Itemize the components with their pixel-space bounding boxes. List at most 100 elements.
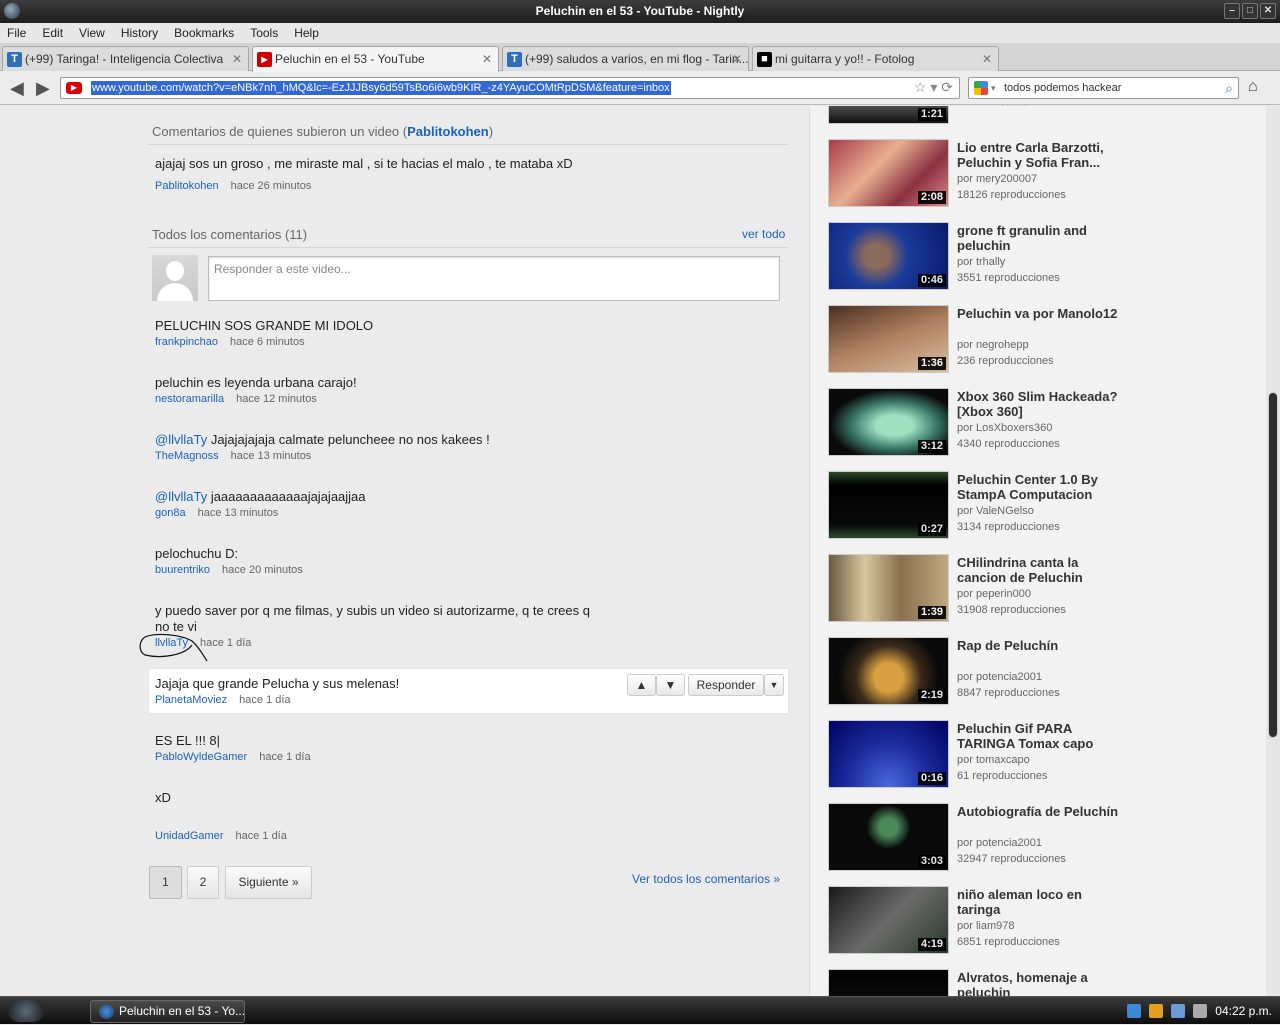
video-thumbnail[interactable]: 0:27 bbox=[828, 471, 949, 539]
video-title[interactable]: Xbox 360 Slim Hackeada? [Xbox 360] bbox=[957, 389, 1127, 419]
video-thumbnail[interactable]: 1:21 bbox=[828, 106, 949, 124]
bookmark-star-icon[interactable]: ☆ ▾ ⟳ bbox=[914, 79, 953, 96]
video-uploader[interactable]: por LosXboxers360 bbox=[957, 422, 1052, 434]
menu-help[interactable]: Help bbox=[294, 23, 319, 43]
related-video[interactable]: 1:39 CHilindrina canta la cancion de Pel… bbox=[828, 554, 1258, 622]
reply-button[interactable]: Responder bbox=[688, 674, 764, 696]
video-thumbnail[interactable]: 1:36 bbox=[828, 305, 949, 373]
forward-arrow-icon[interactable]: ▶ bbox=[36, 78, 50, 98]
comment-author[interactable]: buurentriko bbox=[155, 564, 210, 576]
video-uploader[interactable]: por potencia2001 bbox=[957, 837, 1042, 849]
comment-author[interactable]: PabloWyldeGamer bbox=[155, 751, 247, 763]
tab-fotolog[interactable]: ■ mi guitarra y yo!! - Fotolog ✕ bbox=[752, 46, 999, 71]
menu-history[interactable]: History bbox=[121, 23, 158, 43]
related-video[interactable]: 2:19 Rap de Peluchín por potencia2001 88… bbox=[828, 637, 1258, 705]
related-video[interactable]: 1:36 Peluchin va por Manolo12 por negroh… bbox=[828, 305, 1258, 373]
comment-author[interactable]: nestoramarilla bbox=[155, 393, 224, 405]
menu-bookmarks[interactable]: Bookmarks bbox=[174, 23, 234, 43]
video-title[interactable]: Rap de Peluchín bbox=[957, 638, 1127, 653]
video-thumbnail[interactable]: 2:08 bbox=[828, 139, 949, 207]
page-2-button[interactable]: 2 bbox=[187, 866, 219, 899]
menu-edit[interactable]: Edit bbox=[42, 23, 63, 43]
maximize-icon[interactable]: □ bbox=[1242, 3, 1258, 19]
search-bar[interactable]: ▾ todos podemos hackear ⌕ bbox=[968, 77, 1239, 99]
monitor-icon[interactable] bbox=[1171, 1004, 1186, 1018]
menu-file[interactable]: File bbox=[7, 23, 26, 43]
related-video[interactable]: 0:46 grone ft granulin and peluchin por … bbox=[828, 222, 1258, 290]
video-title[interactable]: Lio entre Carla Barzotti, Peluchin y Sof… bbox=[957, 140, 1127, 170]
related-video[interactable]: 3:12 Xbox 360 Slim Hackeada? [Xbox 360] … bbox=[828, 388, 1258, 456]
url-text[interactable]: www.youtube.com/watch?v=eNBk7nh_hMQ&lc=-… bbox=[91, 81, 671, 95]
video-uploader[interactable]: por negrohepp bbox=[957, 339, 1029, 351]
video-title[interactable]: Autobiografía de Peluchín bbox=[957, 804, 1127, 819]
related-video[interactable]: Alvratos, homenaje a peluchin bbox=[828, 969, 1258, 996]
menu-view[interactable]: View bbox=[79, 23, 105, 43]
mention-link[interactable]: @llvllaTy bbox=[155, 489, 207, 504]
video-uploader[interactable]: por peperin000 bbox=[957, 588, 1031, 600]
clock[interactable]: 04:22 p.m. bbox=[1215, 997, 1272, 1025]
volume-icon[interactable] bbox=[1193, 1004, 1208, 1018]
address-bar[interactable]: ▶ www.youtube.com/watch?v=eNBk7nh_hMQ&lc… bbox=[60, 77, 960, 99]
back-arrow-icon[interactable]: ◀ bbox=[10, 78, 24, 98]
comment-author[interactable]: TheMagnoss bbox=[155, 450, 219, 462]
video-uploader[interactable]: por liam978 bbox=[957, 920, 1014, 932]
tab-youtube[interactable]: ▶ Peluchin en el 53 - YouTube ✕ bbox=[252, 46, 499, 72]
search-input[interactable]: todos podemos hackear bbox=[1004, 78, 1121, 98]
google-icon[interactable] bbox=[974, 81, 988, 95]
mention-link[interactable]: @llvllaTy bbox=[155, 432, 207, 447]
related-video-partial[interactable]: 1:21 bbox=[828, 106, 1258, 124]
reply-textarea[interactable]: Responder a este video... bbox=[208, 256, 780, 301]
video-uploader[interactable]: por mery200007 bbox=[957, 173, 1037, 185]
video-uploader[interactable]: por trhally bbox=[957, 256, 1005, 268]
video-uploader[interactable]: por tomaxcapo bbox=[957, 754, 1030, 766]
page-1-button[interactable]: 1 bbox=[149, 866, 182, 899]
minimize-icon[interactable]: – bbox=[1224, 3, 1240, 19]
uploader-link[interactable]: Pablitokohen bbox=[407, 124, 489, 139]
video-thumbnail[interactable]: 3:03 bbox=[828, 803, 949, 871]
tab-taringa-flog[interactable]: T (+99) saludos a varios, en mi flog - T… bbox=[502, 46, 749, 71]
comment-author[interactable]: frankpinchao bbox=[155, 336, 218, 348]
scrollbar[interactable] bbox=[1266, 106, 1280, 996]
related-video[interactable]: 0:16 Peluchin Gif PARA TARINGA Tomax cap… bbox=[828, 720, 1258, 788]
comment-author[interactable]: gon8a bbox=[155, 507, 186, 519]
view-all-comments-link[interactable]: Ver todos los comentarios » bbox=[632, 872, 780, 886]
menu-tools[interactable]: Tools bbox=[250, 23, 278, 43]
start-orb-icon[interactable] bbox=[8, 1000, 44, 1022]
video-thumbnail[interactable]: 4:19 bbox=[828, 886, 949, 954]
video-title[interactable]: Peluchin Gif PARA TARINGA Tomax capo bbox=[957, 721, 1127, 751]
comment-author[interactable]: UnidadGamer bbox=[155, 830, 223, 842]
close-tab-icon[interactable]: ✕ bbox=[982, 47, 992, 71]
video-thumbnail[interactable]: 2:19 bbox=[828, 637, 949, 705]
video-uploader[interactable]: por ValeNGelso bbox=[957, 505, 1034, 517]
comment-author[interactable]: PlanetaMoviez bbox=[155, 694, 227, 706]
video-thumbnail[interactable]: 0:16 bbox=[828, 720, 949, 788]
close-icon[interactable]: ✕ bbox=[1260, 3, 1276, 19]
close-tab-icon[interactable]: ✕ bbox=[482, 47, 492, 71]
video-thumbnail[interactable]: 3:12 bbox=[828, 388, 949, 456]
related-video[interactable]: 0:27 Peluchin Center 1.0 By StampA Compu… bbox=[828, 471, 1258, 539]
related-video[interactable]: 4:19 niño aleman loco en taringa por lia… bbox=[828, 886, 1258, 954]
tab-taringa[interactable]: T (+99) Taringa! - Inteligencia Colectiv… bbox=[2, 46, 249, 71]
video-thumbnail[interactable] bbox=[828, 969, 949, 996]
security-icon[interactable] bbox=[1149, 1004, 1164, 1018]
related-video[interactable]: 2:08 Lio entre Carla Barzotti, Peluchin … bbox=[828, 139, 1258, 207]
video-thumbnail[interactable]: 0:46 bbox=[828, 222, 949, 290]
video-thumbnail[interactable]: 1:39 bbox=[828, 554, 949, 622]
video-title[interactable]: Peluchin va por Manolo12 bbox=[957, 306, 1127, 321]
related-video[interactable]: 3:03 Autobiografía de Peluchín por poten… bbox=[828, 803, 1258, 871]
video-title[interactable]: CHilindrina canta la cancion de Peluchin bbox=[957, 555, 1127, 585]
chevron-down-icon[interactable]: ▼ bbox=[764, 674, 784, 696]
video-title[interactable]: grone ft granulin and peluchin bbox=[957, 223, 1127, 253]
close-tab-icon[interactable]: ✕ bbox=[232, 47, 242, 71]
video-title[interactable]: niño aleman loco en taringa bbox=[957, 887, 1127, 917]
thumbs-up-button[interactable]: ▲ bbox=[627, 674, 656, 696]
comment-author[interactable]: Pablitokohen bbox=[155, 180, 219, 192]
video-title[interactable]: Peluchin Center 1.0 By StampA Computacio… bbox=[957, 472, 1127, 502]
network-icon[interactable] bbox=[1127, 1004, 1142, 1018]
thumbs-down-button[interactable]: ▼ bbox=[656, 674, 685, 696]
taskbar-window-button[interactable]: Peluchin en el 53 - Yo... bbox=[90, 1000, 245, 1023]
close-tab-icon[interactable]: ✕ bbox=[732, 47, 742, 71]
scrollbar-thumb[interactable] bbox=[1268, 392, 1278, 738]
see-all-link[interactable]: ver todo bbox=[742, 227, 785, 241]
chevron-down-icon[interactable]: ▾ bbox=[991, 78, 996, 98]
